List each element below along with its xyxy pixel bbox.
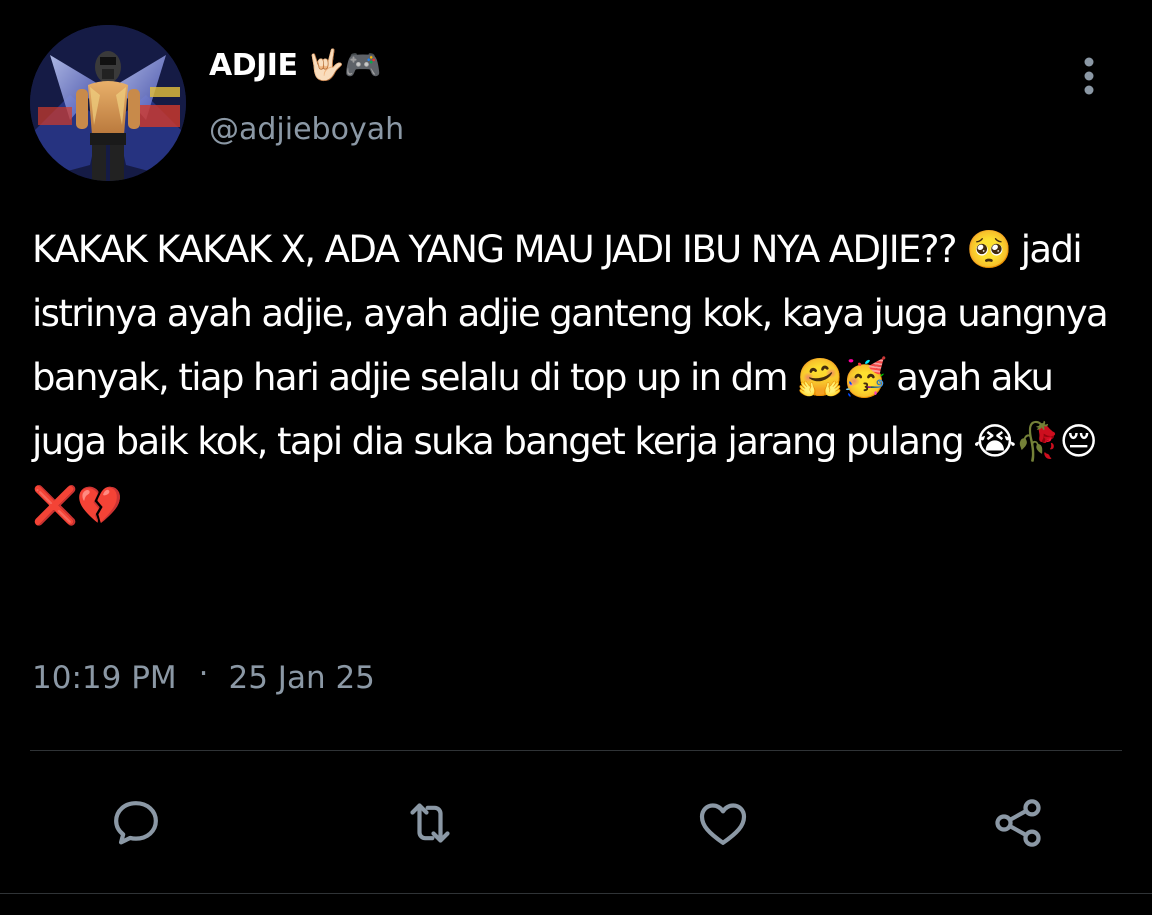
- avatar-image: [30, 25, 186, 181]
- reply-button[interactable]: [106, 793, 166, 853]
- display-name[interactable]: ADJIE 🤟🏻🎮: [209, 48, 382, 83]
- reply-icon: [114, 801, 158, 845]
- tweet-detail: ADJIE 🤟🏻🎮 @adjieboyah KAKAK KAKAK X, ADA…: [0, 0, 1152, 915]
- bottom-divider: [0, 893, 1152, 894]
- avatar[interactable]: [30, 25, 186, 181]
- share-icon: [995, 799, 1041, 847]
- tweet-text: KAKAK KAKAK X, ADA YANG MAU JADI IBU NYA…: [32, 228, 1118, 527]
- tweet-time: 10:19 PM: [32, 660, 177, 696]
- retweet-icon: [410, 803, 450, 843]
- like-button[interactable]: [693, 793, 753, 853]
- heart-icon: [699, 803, 747, 845]
- divider: [30, 750, 1122, 751]
- share-button[interactable]: [988, 793, 1048, 853]
- meta-separator: ·: [198, 656, 209, 692]
- user-handle[interactable]: @adjieboyah: [209, 112, 404, 147]
- retweet-button[interactable]: [400, 793, 460, 853]
- more-vertical-icon[interactable]: [1076, 56, 1102, 96]
- tweet-date: 25 Jan 25: [228, 660, 375, 696]
- tweet-timestamp[interactable]: 10:19 PM · 25 Jan 25: [32, 656, 375, 696]
